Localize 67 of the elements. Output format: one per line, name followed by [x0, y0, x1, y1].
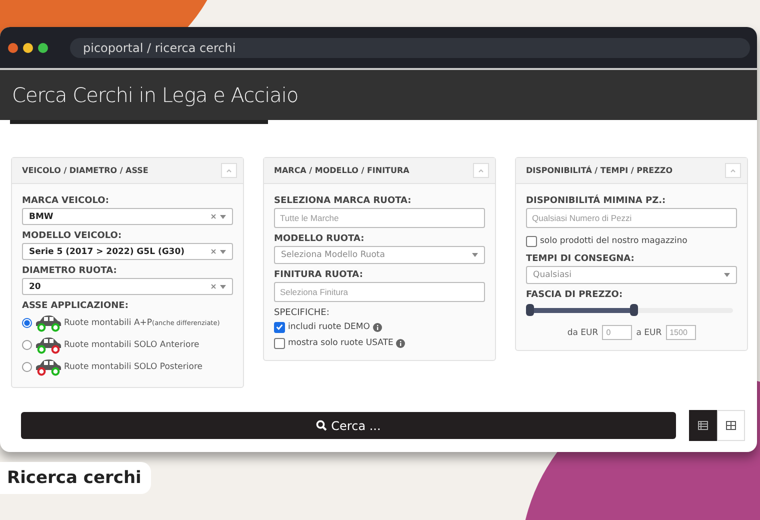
- chevron-up-icon: [226, 168, 232, 172]
- chevron-up-icon: [478, 168, 484, 172]
- chevron-up-icon: [730, 168, 736, 172]
- field-label: MODELLO RUOTA:: [274, 234, 366, 244]
- checkbox[interactable]: [526, 236, 537, 246]
- caret-icon: [220, 284, 226, 288]
- close-dot[interactable]: [8, 42, 18, 52]
- input-field[interactable]: Seleziona Finitura: [274, 282, 485, 302]
- slider-handle[interactable]: [526, 304, 534, 316]
- radio-label: Ruote montabili SOLO Anteriore: [64, 340, 200, 350]
- panel-title: DISPONIBILITÁ / TEMPI / PREZZO: [526, 166, 672, 175]
- select-field[interactable]: BMW: [22, 208, 233, 225]
- checkbox[interactable]: [274, 322, 285, 332]
- caption-label: Ricerca cerchi: [0, 462, 152, 494]
- clear-icon[interactable]: [211, 284, 216, 289]
- info-icon[interactable]: [396, 338, 406, 348]
- radio-button[interactable]: [22, 340, 32, 350]
- field-label: FINITURA RUOTA:: [274, 270, 364, 280]
- field-label: MODELLO VEICOLO:: [22, 231, 123, 241]
- checkbox[interactable]: [274, 338, 285, 348]
- dropdown-field[interactable]: Seleziona Modello Ruota: [274, 246, 485, 264]
- panel-title: VEICOLO / DIAMETRO / ASSE: [22, 166, 148, 175]
- grid-view-button[interactable]: [717, 410, 745, 441]
- radio-button[interactable]: [22, 362, 32, 372]
- page-title: Cerca Cerchi in Lega e Acciaio: [12, 83, 298, 107]
- checkbox-label: mostra solo ruote USATE: [288, 338, 394, 348]
- input-field[interactable]: Tutte le Marche: [274, 208, 485, 228]
- checkbox-label: solo prodotti del nostro magazzino: [540, 236, 688, 246]
- radio-label: Ruote montabili SOLO Posteriore: [64, 362, 202, 372]
- list-icon: [698, 421, 708, 430]
- field-label: MARCA VEICOLO:: [22, 196, 110, 206]
- input-field[interactable]: Qualsiasi Numero di Pezzi: [526, 208, 737, 228]
- price-input[interactable]: 1500: [666, 325, 696, 340]
- panel-title: MARCA / MODELLO / FINITURA: [274, 166, 410, 175]
- clear-icon[interactable]: [211, 214, 216, 219]
- price-label: da EUR: [567, 328, 598, 338]
- slider-handle[interactable]: [630, 304, 638, 316]
- minimize-dot[interactable]: [23, 42, 33, 52]
- list-view-button[interactable]: [689, 410, 717, 441]
- price-input[interactable]: 0: [602, 325, 632, 340]
- price-label: a EUR: [636, 328, 662, 338]
- address-bar[interactable]: picoportal / ricerca cerchi: [70, 38, 750, 58]
- clear-icon[interactable]: [211, 249, 216, 254]
- dropdown-field[interactable]: Qualsiasi: [526, 266, 737, 284]
- maximize-dot[interactable]: [38, 42, 48, 52]
- field-label: ASSE APPLICAZIONE:: [22, 301, 130, 311]
- caret-icon: [220, 250, 226, 254]
- field-label: DISPONIBILITÁ MIMINA PZ.:: [526, 196, 667, 206]
- car-icon: [33, 314, 63, 332]
- field-label: SPECIFICHE:: [274, 308, 330, 318]
- field-label: FASCIA DI PREZZO:: [526, 290, 624, 300]
- car-icon: [33, 336, 63, 354]
- select-field[interactable]: 20: [22, 278, 233, 295]
- search-icon: [316, 420, 328, 431]
- car-icon: [33, 358, 63, 376]
- info-icon[interactable]: [372, 322, 382, 332]
- radio-button[interactable]: [22, 318, 32, 328]
- field-label: SELEZIONA MARCA RUOTA:: [274, 196, 412, 206]
- field-label: DIAMETRO RUOTA:: [22, 266, 118, 276]
- caret-icon: [220, 214, 226, 218]
- field-label: TEMPI DI CONSEGNA:: [526, 254, 636, 264]
- checkbox-label: includi ruote DEMO: [288, 322, 370, 332]
- caret-icon: [724, 273, 730, 277]
- grid-icon: [726, 421, 736, 430]
- select-field[interactable]: Serie 5 (2017 > 2022) G5L (G30): [22, 243, 233, 260]
- search-button[interactable]: Cerca ...: [21, 412, 676, 439]
- caret-icon: [472, 253, 478, 257]
